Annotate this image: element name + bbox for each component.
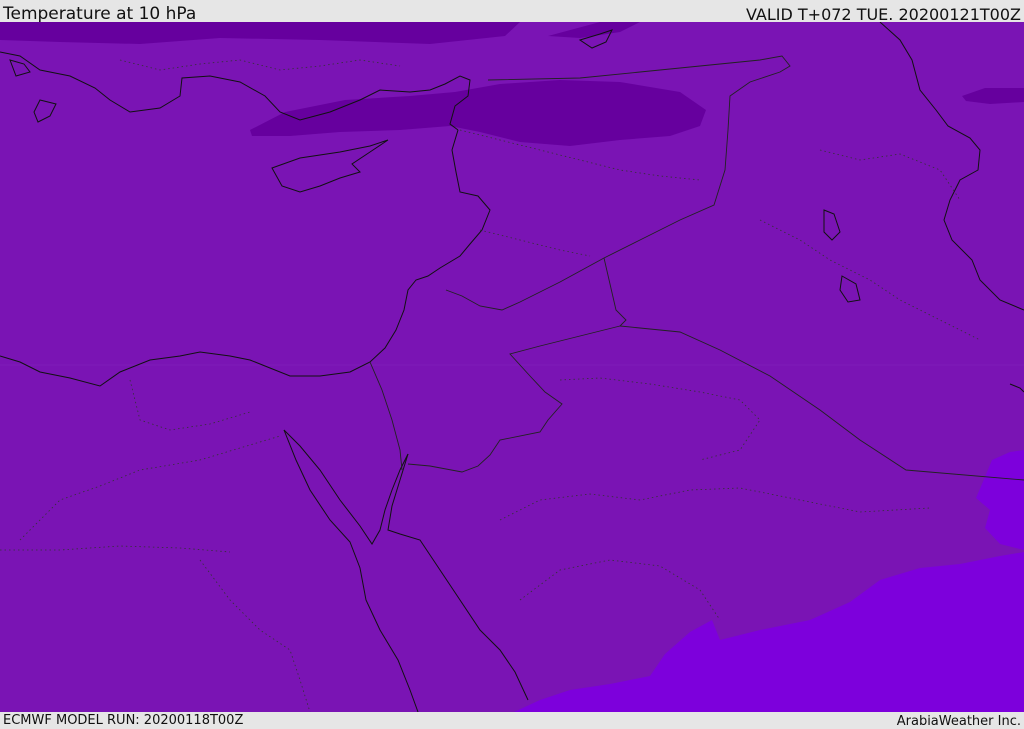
forecast-map-page: Temperature at 10 hPa VALID T+072 TUE. 2… [0,0,1024,729]
footer-bar: ECMWF MODEL RUN: 20200118T00Z ArabiaWeat… [0,712,1024,729]
header-bar: Temperature at 10 hPa VALID T+072 TUE. 2… [0,0,1024,24]
temperature-map [0,22,1024,712]
map-title: Temperature at 10 hPa [3,4,197,24]
credit-label: ArabiaWeather Inc. [896,714,1021,729]
model-run-label: ECMWF MODEL RUN: 20200118T00Z [3,713,244,728]
